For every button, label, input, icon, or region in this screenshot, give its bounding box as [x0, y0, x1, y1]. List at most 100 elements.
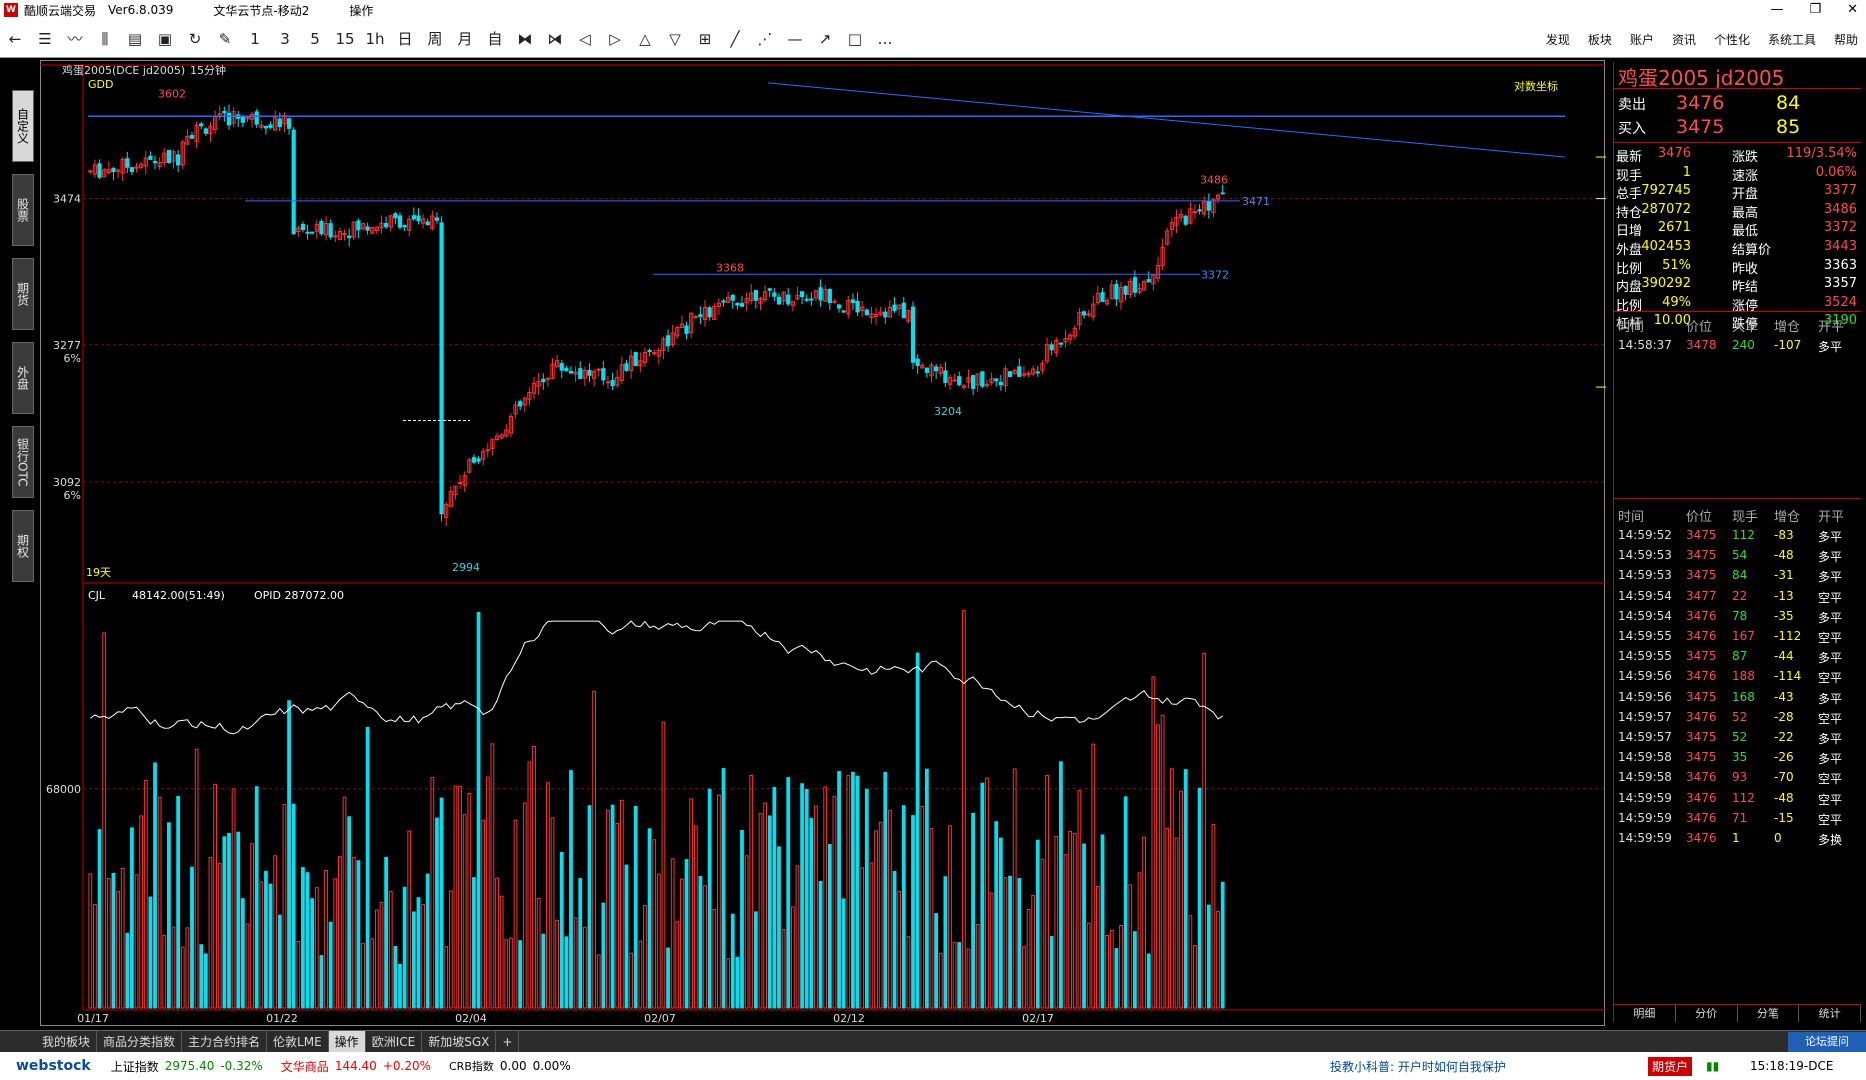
hline-icon[interactable]: — [780, 30, 810, 48]
table-row[interactable]: 14:59:59 3476 71 -15 空平 [1614, 809, 1861, 830]
minimize-icon[interactable]: — [1770, 0, 1783, 20]
bottom-tab[interactable]: 商品分类指数 [97, 1030, 183, 1053]
period-15[interactable]: 15 [330, 30, 360, 48]
quote-tab[interactable]: 分笔 [1738, 1005, 1800, 1022]
tip-link[interactable]: 投教小科普: 开户时如何自我保护 [1330, 1058, 1506, 1075]
volume-indicator-label[interactable]: CJL [88, 589, 106, 602]
bottom-tab[interactable]: 伦敦LME [267, 1030, 329, 1053]
volume-value: 48142.00(51:49) [132, 589, 225, 602]
arrow-up-icon[interactable]: △ [630, 30, 660, 48]
refresh-icon[interactable]: ↻ [180, 30, 210, 48]
line-chart-icon[interactable]: 〰 [60, 28, 90, 49]
save-icon[interactable]: ▣ [150, 30, 180, 48]
table-row[interactable]: 14:59:57 3475 52 -22 多平 [1614, 728, 1861, 749]
candle-body [809, 298, 814, 301]
quote-tab[interactable]: 统计 [1799, 1005, 1861, 1022]
table-row[interactable]: 14:59:53 3475 84 -31 多平 [1614, 566, 1861, 587]
more-icon[interactable]: … [870, 30, 900, 48]
table-cell: 14:59:59 [1618, 810, 1672, 825]
log-scale-label[interactable]: 对数坐标 [1514, 79, 1558, 93]
index3-change: 0.00% [532, 1059, 571, 1073]
table-row[interactable]: 14:59:54 3476 78 -35 多平 [1614, 607, 1861, 628]
sidebar-tab-bank-otc[interactable]: 银行OTC [12, 426, 34, 498]
close-icon[interactable]: ✕ [1847, 0, 1858, 20]
table-row[interactable]: 14:59:58 3476 93 -70 空平 [1614, 768, 1861, 789]
zoom-out-icon[interactable]: ⧒ [540, 30, 570, 48]
arrow-down-icon[interactable]: ▽ [660, 30, 690, 48]
table-cell: 35 [1732, 750, 1748, 765]
period-week[interactable]: 周 [420, 28, 450, 49]
forum-button[interactable]: 论坛提问 [1788, 1032, 1866, 1052]
mode-label[interactable]: 操作 [349, 2, 373, 19]
candle-body [148, 155, 153, 160]
menu-personalize[interactable]: 个性化 [1714, 31, 1750, 48]
price-annotation: 3372 [1201, 268, 1229, 281]
volume-bar [203, 953, 208, 1009]
period-day[interactable]: 日 [390, 28, 420, 49]
table-row[interactable]: 14:59:56 3476 188 -114 空平 [1614, 667, 1861, 688]
menu-help[interactable]: 帮助 [1834, 31, 1858, 48]
sidebar-tab-stock[interactable]: 股票 [12, 174, 34, 246]
arrow-left-icon[interactable]: ◁ [570, 30, 600, 48]
layout-icon[interactable]: ⊞ [690, 30, 720, 48]
bottom-tab[interactable]: 我的板块 [36, 1030, 98, 1053]
sidebar-tab-custom[interactable]: 自定义 [12, 90, 34, 162]
volume-bar [994, 821, 999, 1009]
menu-sector[interactable]: 板块 [1588, 31, 1612, 48]
trendline-icon[interactable]: ╱ [720, 30, 750, 48]
table-row[interactable]: 14:59:57 3476 52 -28 空平 [1614, 708, 1861, 729]
report-icon[interactable]: ▤ [120, 30, 150, 48]
table-row[interactable]: 14:59:54 3477 22 -13 空平 [1614, 587, 1861, 608]
period-5[interactable]: 5 [300, 30, 330, 48]
index2-name[interactable]: 文华商品 [281, 1058, 329, 1075]
table-row[interactable]: 14:59:52 3475 112 -83 多平 [1614, 526, 1861, 547]
bottom-tab[interactable]: 主力合约排名 [182, 1030, 268, 1053]
period-1h[interactable]: 1h [360, 30, 390, 48]
table-row[interactable]: 14:59:59 3476 1 0 多换 [1614, 829, 1861, 850]
account-badge[interactable]: 期货户 [1648, 1056, 1693, 1076]
dashline-icon[interactable]: ⋰ [750, 30, 780, 48]
indicator-label[interactable]: GDD [88, 78, 113, 91]
arrow-right-icon[interactable]: ▷ [600, 30, 630, 48]
bottom-tab[interactable]: 欧洲ICE [366, 1030, 423, 1053]
bottom-tab[interactable]: 新加坡SGX [422, 1030, 497, 1053]
restore-icon[interactable]: ❐ [1809, 0, 1821, 20]
candle-body [596, 368, 601, 371]
menu-news[interactable]: 资讯 [1672, 31, 1696, 48]
kline-icon[interactable]: ⫼ [90, 30, 120, 48]
draw-icon[interactable]: ✎ [210, 30, 240, 48]
period-month[interactable]: 月 [450, 28, 480, 49]
quote-tab[interactable]: 分价 [1676, 1005, 1738, 1022]
period-label[interactable]: 15分钟 [190, 63, 226, 77]
list-icon[interactable]: ☰ [30, 30, 60, 48]
period-3[interactable]: 3 [270, 30, 300, 48]
menu-discover[interactable]: 发现 [1546, 31, 1570, 48]
sidebar-tab-foreign[interactable]: 外盘 [12, 342, 34, 414]
table-row[interactable]: 14:59:58 3475 35 -26 多平 [1614, 748, 1861, 769]
quote-tab[interactable]: 明细 [1614, 1005, 1676, 1022]
table-row[interactable]: 14:59:55 3475 87 -44 多平 [1614, 647, 1861, 668]
back-icon[interactable]: ← [0, 30, 30, 48]
table-row[interactable]: 14:59:59 3476 112 -48 空平 [1614, 789, 1861, 810]
sidebar-tab-options[interactable]: 期权 [12, 510, 34, 582]
buy-price[interactable]: 3475 [1676, 116, 1724, 138]
sell-price[interactable]: 3476 [1676, 92, 1724, 114]
bottom-tab[interactable]: + [496, 1030, 520, 1053]
sidebar-tab-futures[interactable]: 期货 [12, 258, 34, 330]
server-node[interactable]: 文华云节点-移动2 [213, 2, 309, 19]
period-custom[interactable]: 自 [480, 28, 510, 49]
table-row[interactable]: 14:59:55 3476 167 -112 空平 [1614, 627, 1861, 648]
index1-name[interactable]: 上证指数 [111, 1058, 159, 1075]
bottom-tab[interactable]: 操作 [328, 1030, 366, 1053]
menu-account[interactable]: 账户 [1630, 31, 1654, 48]
table-row[interactable]: 14:59:53 3475 54 -48 多平 [1614, 546, 1861, 567]
ray-icon[interactable]: ↗ [810, 30, 840, 48]
index3-name[interactable]: CRB指数 [449, 1058, 494, 1074]
menu-tools[interactable]: 系统工具 [1768, 31, 1816, 48]
table-row[interactable]: 14:59:56 3475 168 -43 多平 [1614, 688, 1861, 709]
rect-icon[interactable]: □ [840, 30, 870, 48]
table-row[interactable]: 14:58:37 3478 240 -107 多平 [1614, 336, 1861, 357]
zoom-in-icon[interactable]: ⧓ [510, 30, 540, 48]
kline-chart[interactable]: 鸡蛋2005(DCE jd2005) 15分钟 GDD 对数坐标 19天 CJL… [40, 60, 1612, 1026]
period-1[interactable]: 1 [240, 30, 270, 48]
